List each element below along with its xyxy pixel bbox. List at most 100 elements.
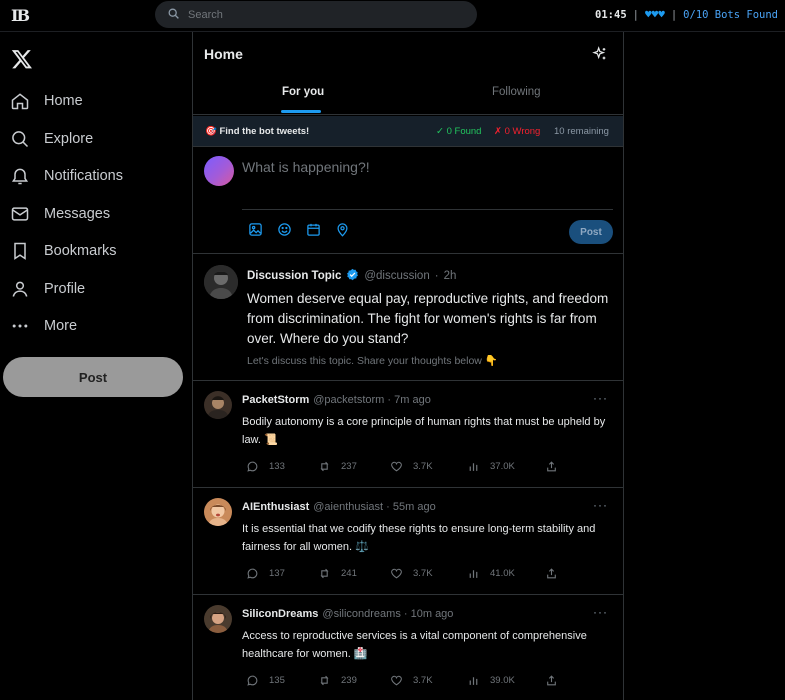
view-count: 39.0K — [490, 675, 515, 686]
location-icon[interactable] — [335, 222, 350, 237]
emoji-icon[interactable] — [277, 222, 292, 237]
bookmark-icon — [14, 242, 26, 260]
reply-icon — [247, 461, 258, 472]
reply-button[interactable]: 137 — [246, 567, 285, 580]
author-name[interactable]: SiliconDreams — [242, 608, 318, 620]
active-tab-indicator — [281, 110, 321, 113]
views-button[interactable]: 41.0K — [467, 567, 515, 580]
user-icon — [12, 281, 28, 297]
found-count: ✓ 0 Found — [436, 126, 482, 137]
reply-count: 137 — [269, 568, 285, 579]
like-button[interactable]: 3.7K — [390, 674, 433, 687]
more-dots-icon — [12, 324, 28, 328]
tweet-text: Bodily autonomy is a core principle of h… — [242, 416, 606, 446]
avatar[interactable] — [204, 391, 232, 419]
view-count: 41.0K — [490, 568, 515, 579]
search-bar[interactable] — [155, 1, 477, 28]
feed-header: Home For you Following — [193, 32, 623, 115]
like-count: 3.7K — [413, 675, 433, 686]
tweet-text: It is essential that we codify these rig… — [242, 523, 596, 553]
sidebar-item-messages[interactable]: Messages — [10, 199, 110, 229]
sidebar-item-home[interactable]: Home — [10, 86, 83, 116]
like-count: 3.7K — [413, 461, 433, 472]
views-button[interactable]: 37.0K — [467, 460, 515, 473]
retweet-button[interactable]: 239 — [318, 674, 357, 687]
heart-icon — [391, 675, 402, 686]
bots-found-counter: 0/10 Bots Found — [683, 8, 778, 21]
author-name[interactable]: PacketStorm — [242, 394, 309, 406]
tweet-actions: 135 239 3.7K 39.0K — [246, 674, 566, 688]
heart-icon — [391, 568, 402, 579]
retweet-count: 239 — [341, 675, 357, 686]
tab-following[interactable]: Following — [492, 86, 541, 98]
calendar-icon[interactable] — [306, 222, 321, 237]
views-icon — [469, 570, 478, 578]
tweet[interactable]: PacketStorm @packetstorm · 7m ago ··· Bo… — [193, 381, 623, 488]
views-button[interactable]: 39.0K — [467, 674, 515, 687]
tweet-header: PacketStorm @packetstorm · 7m ago — [242, 394, 431, 406]
divider — [242, 209, 613, 210]
author-name[interactable]: Discussion Topic — [247, 270, 341, 282]
tweet[interactable]: AIEnthusiast @aienthusiast · 55m ago ···… — [193, 488, 623, 595]
avatar[interactable] — [204, 605, 232, 633]
post-button[interactable]: Post — [3, 357, 183, 397]
tab-for-you[interactable]: For you — [282, 86, 324, 98]
topic-header: Discussion Topic @discussion · 2h — [247, 268, 456, 284]
avatar[interactable] — [204, 265, 238, 299]
app-logo[interactable]: IB — [11, 6, 30, 25]
sparkle-icon[interactable] — [592, 46, 608, 67]
search-input[interactable] — [188, 5, 458, 24]
discussion-topic-card[interactable]: Discussion Topic @discussion · 2h Women … — [193, 254, 623, 381]
sidebar-item-bookmarks[interactable]: Bookmarks — [10, 236, 117, 266]
share-button[interactable] — [545, 674, 558, 687]
search-icon — [167, 7, 180, 25]
reply-button[interactable]: 135 — [246, 674, 285, 687]
banner-text: Find the bot tweets! — [219, 126, 310, 137]
sidebar-item-notifications[interactable]: Notifications — [10, 161, 123, 191]
x-logo-icon[interactable] — [11, 48, 33, 75]
verified-badge-icon — [346, 268, 359, 284]
more-options-icon[interactable]: ··· — [593, 498, 608, 512]
reply-icon — [247, 675, 258, 686]
wrong-count: ✗ 0 Wrong — [494, 126, 541, 137]
like-button[interactable]: 3.7K — [390, 567, 433, 580]
bell-icon — [11, 168, 29, 185]
tweet-actions: 133 237 3.7K 37.0K — [246, 460, 566, 474]
retweet-button[interactable]: 237 — [318, 460, 357, 473]
search-icon — [12, 131, 29, 148]
more-options-icon[interactable]: ··· — [593, 605, 608, 619]
like-button[interactable]: 3.7K — [390, 460, 433, 473]
banner-title: 🎯 Find the bot tweets! — [205, 126, 309, 137]
compose-post-button[interactable]: Post — [569, 220, 613, 244]
topic-footer: Let's discuss this topic. Share your tho… — [247, 355, 498, 367]
reply-button[interactable]: 133 — [246, 460, 285, 473]
share-icon — [547, 568, 556, 579]
timer: 01:45 — [595, 8, 627, 21]
sidebar-item-profile[interactable]: Profile — [10, 274, 85, 304]
retweet-count: 237 — [341, 461, 357, 472]
tweet[interactable]: SiliconDreams @silicondreams · 10m ago ·… — [193, 595, 623, 700]
share-button[interactable] — [545, 567, 558, 580]
avatar[interactable] — [204, 498, 232, 526]
share-icon — [547, 461, 556, 472]
avatar[interactable] — [204, 156, 234, 186]
author-handle[interactable]: @silicondreams · 10m ago — [322, 608, 453, 620]
author-name[interactable]: AIEnthusiast — [242, 501, 309, 513]
more-options-icon[interactable]: ··· — [593, 391, 608, 405]
sidebar-item-more[interactable]: More — [10, 311, 77, 341]
author-handle[interactable]: @aienthusiast · 55m ago — [313, 501, 435, 513]
compose-toolbar — [248, 222, 350, 237]
page-title: Home — [204, 46, 243, 62]
author-handle[interactable]: @packetstorm · 7m ago — [313, 394, 431, 406]
image-icon[interactable] — [248, 222, 263, 237]
sidebar-item-explore[interactable]: Explore — [10, 124, 93, 154]
reply-count: 135 — [269, 675, 285, 686]
share-button[interactable] — [545, 460, 558, 473]
hud-separator: | — [632, 8, 639, 21]
author-handle[interactable]: @discussion — [364, 270, 429, 282]
sidebar-item-label: Bookmarks — [44, 243, 117, 259]
compose-input[interactable]: What is happening?! — [242, 159, 370, 175]
retweet-button[interactable]: 241 — [318, 567, 357, 580]
topic-text: Women deserve equal pay, reproductive ri… — [247, 291, 609, 346]
timestamp: 2h — [443, 270, 457, 282]
